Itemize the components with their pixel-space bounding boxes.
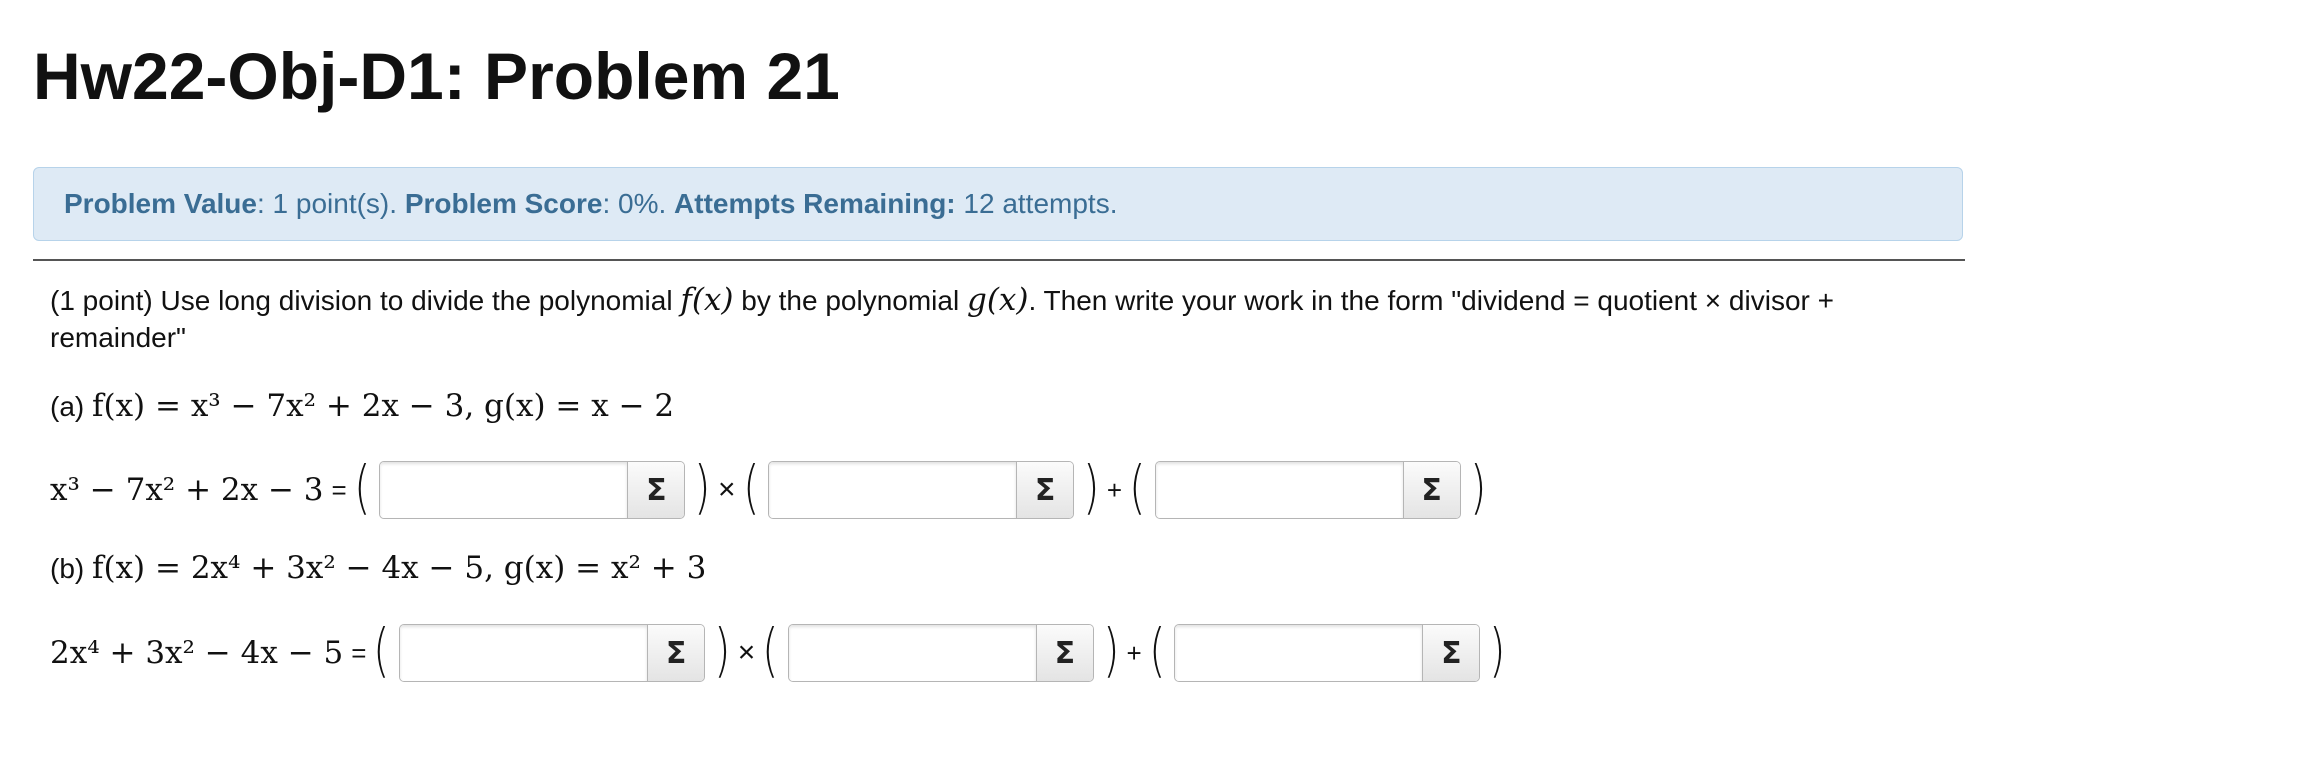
- sigma-icon[interactable]: Σ: [1402, 462, 1460, 518]
- part-b-answer-row: 2x⁴ + 3x² − 4x − 5 = ( Σ ) × ( Σ ) + ( Σ…: [50, 618, 1509, 688]
- problem-intro-line-1: (1 point) Use long division to divide th…: [50, 282, 1834, 318]
- part-a-remainder-input[interactable]: [1155, 462, 1403, 518]
- attempts-remaining-label: Attempts Remaining:: [674, 188, 956, 219]
- equals-sign: =: [351, 637, 367, 668]
- part-b-dividend: 2x⁴ + 3x² − 4x − 5: [50, 635, 344, 671]
- times-sign: ×: [718, 473, 736, 506]
- sigma-icon[interactable]: Σ: [1422, 625, 1480, 681]
- plus-sign: +: [1106, 474, 1122, 505]
- open-paren: (: [1148, 616, 1166, 684]
- attempts-remaining: 12 attempts.: [955, 188, 1118, 219]
- open-paren: (: [742, 453, 760, 521]
- close-paren: ): [714, 616, 731, 684]
- problem-intro-line-2: remainder": [50, 322, 186, 353]
- times-sign: ×: [737, 636, 756, 669]
- part-b-remainder-input[interactable]: [1175, 625, 1423, 681]
- divider: [33, 259, 1965, 261]
- close-paren: ): [1489, 616, 1506, 684]
- part-a-answer-row: x³ − 7x² + 2x − 3 = ( Σ ) × ( Σ ) + ( Σ …: [50, 455, 1489, 525]
- close-paren: ): [694, 453, 711, 521]
- close-paren: ): [1469, 453, 1487, 521]
- sigma-icon[interactable]: Σ: [1035, 625, 1093, 681]
- part-a-quotient-input[interactable]: [380, 462, 628, 518]
- problem-value-label: Problem Value: [64, 188, 257, 219]
- part-a-statement: (a) f(x) = x³ − 7x² + 2x − 3, g(x) = x −…: [50, 388, 675, 424]
- part-b-quotient-group: Σ: [399, 624, 706, 682]
- part-b-divisor-input[interactable]: [788, 625, 1036, 681]
- problem-score-label: Problem Score: [404, 188, 603, 219]
- gx-expression: g(x): [966, 282, 1029, 318]
- part-a-dividend: x³ − 7x² + 2x − 3: [50, 472, 324, 508]
- part-a-divisor-input[interactable]: [769, 462, 1017, 518]
- part-a-quotient-group: Σ: [379, 461, 686, 519]
- part-a-functions: f(x) = x³ − 7x² + 2x − 3, g(x) = x − 2: [92, 388, 675, 424]
- fx-expression: f(x): [680, 282, 734, 318]
- close-paren: ): [1103, 616, 1120, 684]
- open-paren: (: [1129, 453, 1146, 521]
- open-paren: (: [373, 616, 390, 684]
- part-a-remainder-group: Σ: [1154, 461, 1461, 519]
- part-b-quotient-input[interactable]: [400, 625, 648, 681]
- open-paren: (: [762, 616, 779, 684]
- part-b-remainder-group: Σ: [1174, 624, 1481, 682]
- problem-value: : 1 point(s).: [256, 188, 405, 219]
- part-a-divisor-group: Σ: [768, 461, 1075, 519]
- open-paren: (: [353, 453, 371, 521]
- plus-sign: +: [1126, 637, 1142, 668]
- equals-sign: =: [331, 474, 347, 505]
- part-b-statement: (b) f(x) = 2x⁴ + 3x² − 4x − 5, g(x) = x²…: [50, 550, 707, 586]
- problem-info-banner: Problem Value: 1 point(s). Problem Score…: [33, 167, 1963, 241]
- close-paren: ): [1083, 453, 1100, 521]
- problem-score: : 0%.: [602, 188, 675, 219]
- part-b-divisor-group: Σ: [787, 624, 1094, 682]
- sigma-icon[interactable]: Σ: [1016, 462, 1074, 518]
- sigma-icon[interactable]: Σ: [627, 462, 685, 518]
- part-b-functions: f(x) = 2x⁴ + 3x² − 4x − 5, g(x) = x² + 3: [92, 550, 707, 586]
- page-title: Hw22-Obj-D1: Problem 21: [33, 39, 840, 113]
- sigma-icon[interactable]: Σ: [647, 625, 705, 681]
